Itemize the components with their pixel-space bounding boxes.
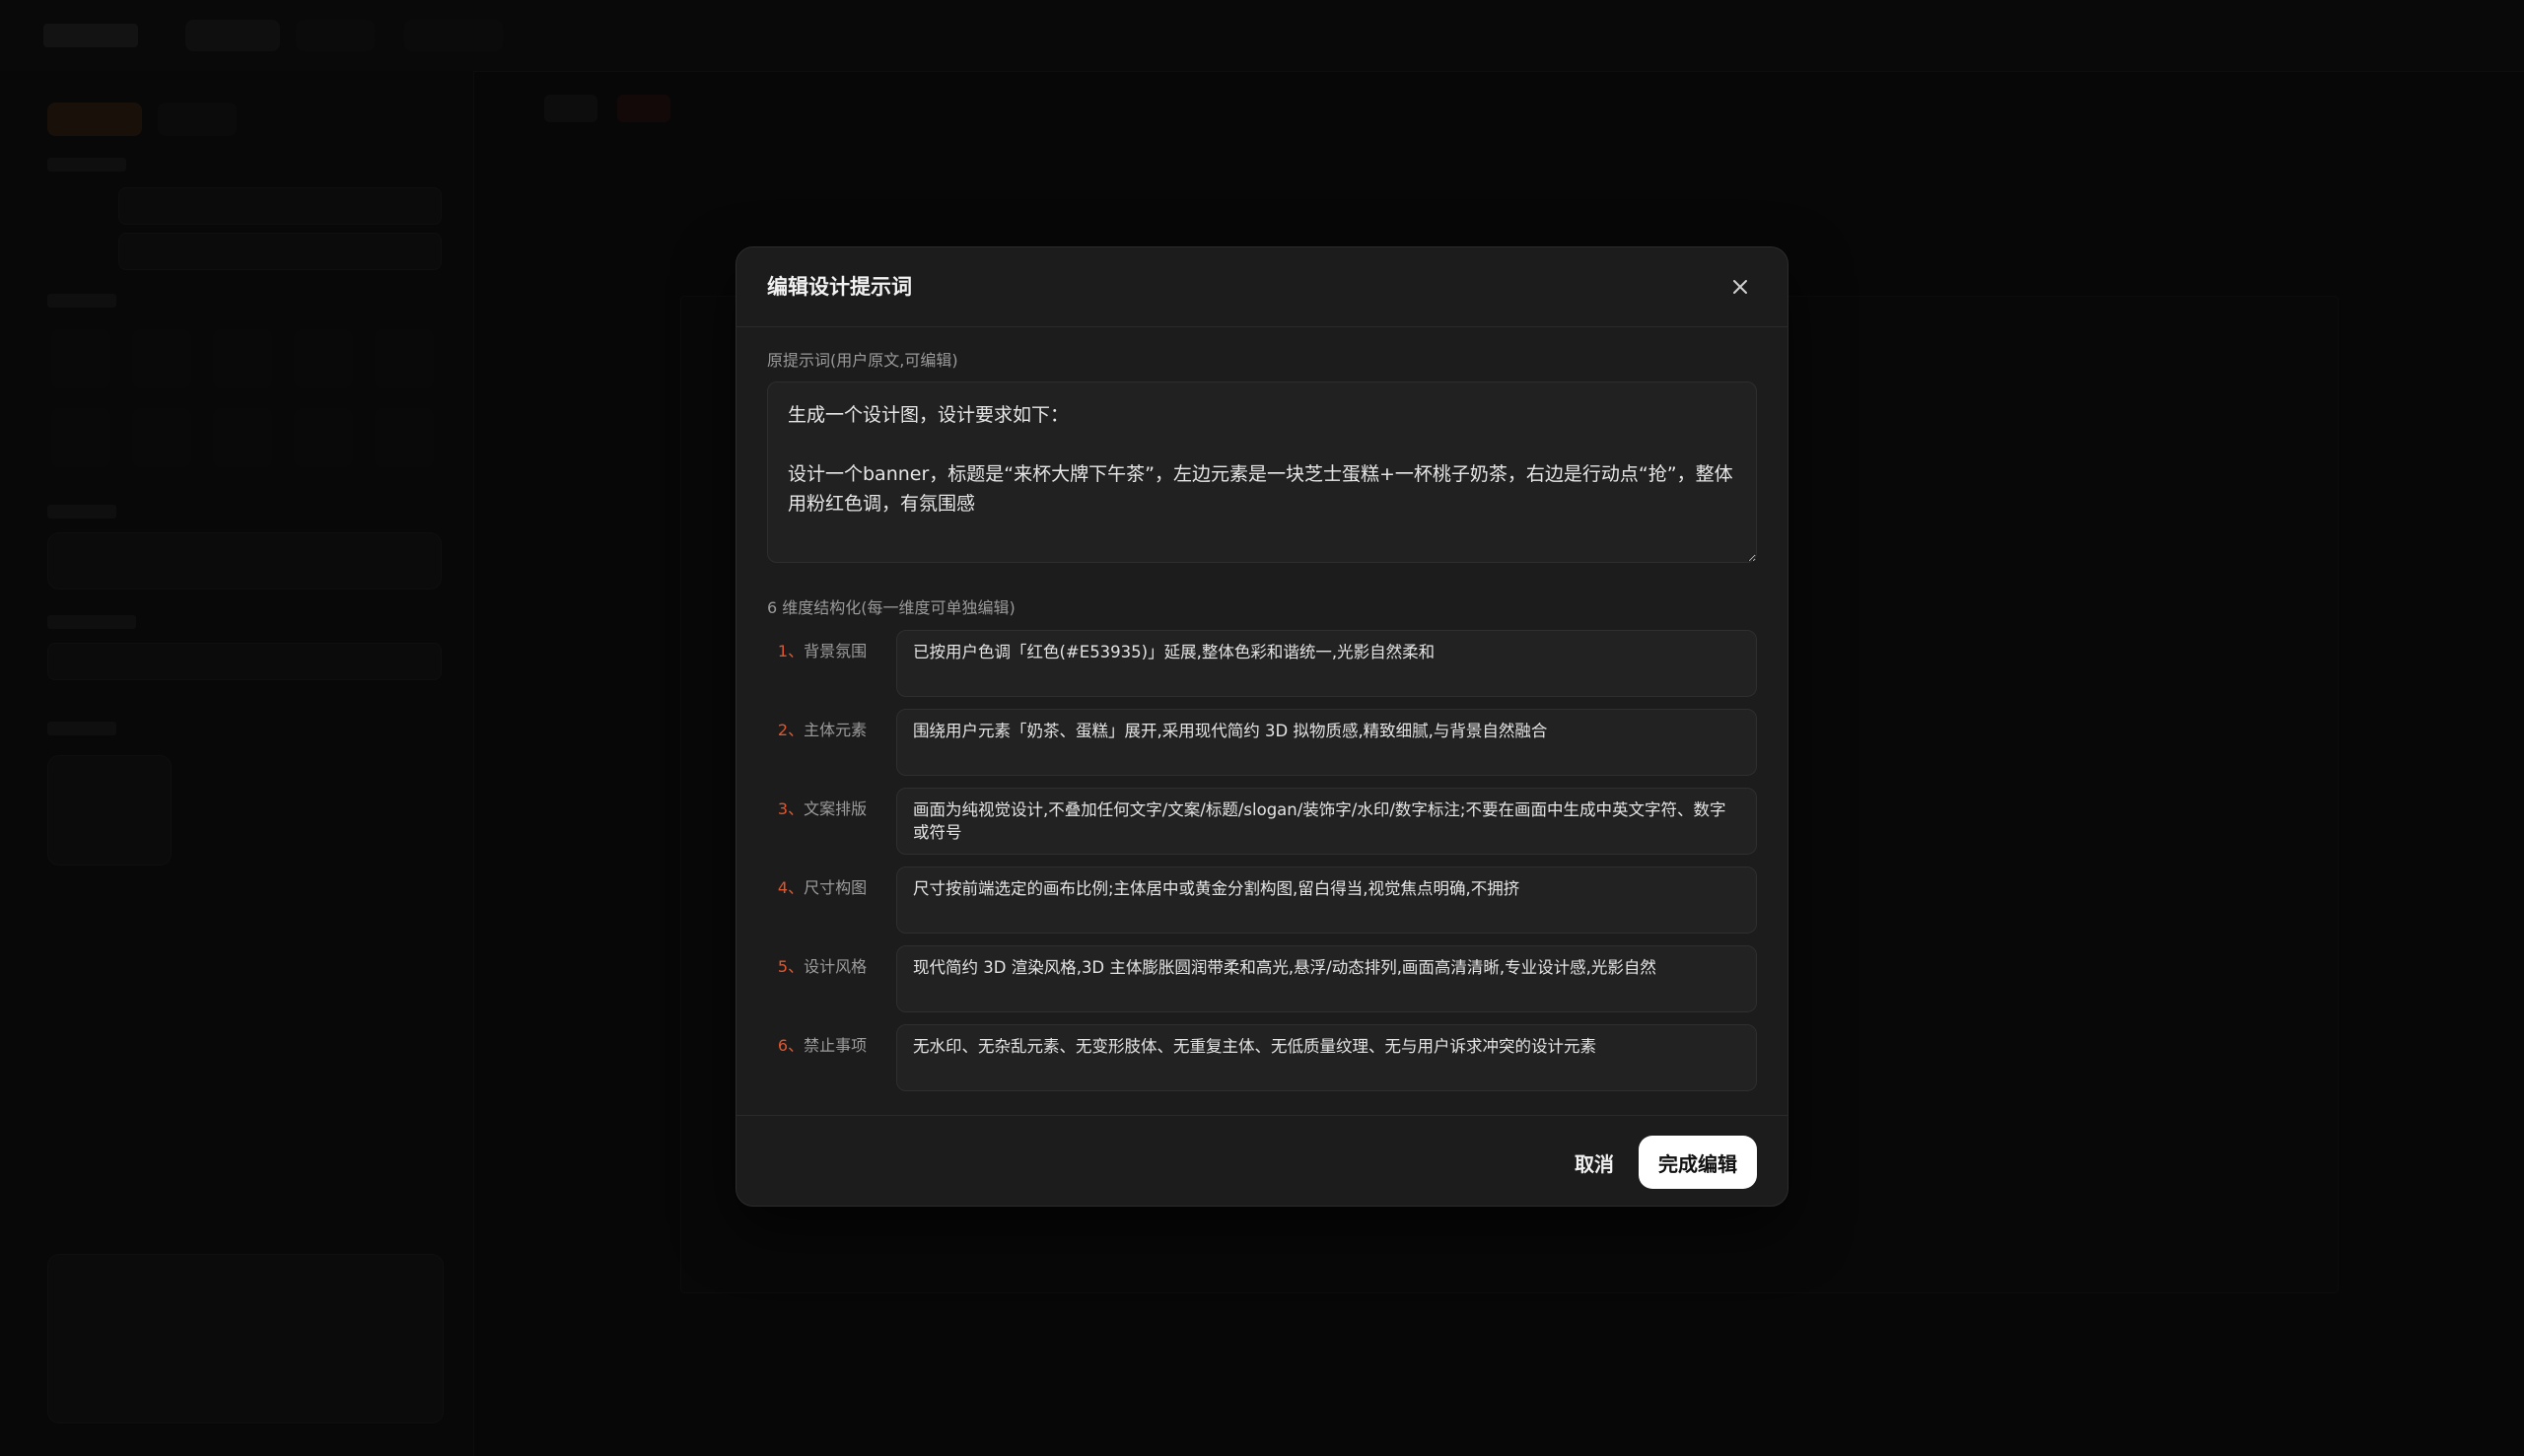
dimension-input-copy-layout[interactable]: 画面为纯视觉设计,不叠加任何文字/文案/标题/slogan/装饰字/水印/数字标…	[896, 788, 1757, 855]
original-prompt-textarea[interactable]: 生成一个设计图，设计要求如下： 设计一个banner，标题是“来杯大牌下午茶”，…	[767, 381, 1757, 563]
dimension-number: 5、	[777, 957, 805, 976]
edit-prompt-dialog: 编辑设计提示词 原提示词(用户原文,可编辑) 生成一个设计图，设计要求如下： 设…	[736, 246, 1788, 1207]
dialog-footer: 取消 完成编辑	[736, 1115, 1788, 1206]
dimension-row-subject: 2、主体元素 围绕用户元素「奶茶、蛋糕」展开,采用现代简约 3D 拟物质感,精致…	[767, 709, 1757, 776]
dimension-input-composition[interactable]: 尺寸按前端选定的画布比例;主体居中或黄金分割构图,留白得当,视觉焦点明确,不拥挤	[896, 867, 1757, 934]
dimension-label: 4、尺寸构图	[767, 878, 877, 898]
close-icon	[1733, 280, 1747, 294]
cancel-button[interactable]: 取消	[1555, 1137, 1634, 1188]
dimension-label: 5、设计风格	[767, 957, 877, 977]
dimension-number: 2、	[777, 721, 805, 739]
dimension-name: 尺寸构图	[804, 878, 868, 897]
dimension-row-prohibitions: 6、禁止事项 无水印、无杂乱元素、无变形肢体、无重复主体、无低质量纹理、无与用户…	[767, 1024, 1757, 1091]
dimension-input-background[interactable]: 已按用户色调「红色(#E53935)」延展,整体色彩和谐统一,光影自然柔和	[896, 630, 1757, 697]
close-button[interactable]	[1724, 271, 1756, 303]
dimension-name: 设计风格	[804, 957, 868, 976]
dimension-row-background: 1、背景氛围 已按用户色调「红色(#E53935)」延展,整体色彩和谐统一,光影…	[767, 630, 1757, 697]
dimension-number: 1、	[777, 642, 805, 660]
dimension-label: 3、文案排版	[767, 799, 877, 819]
dimension-name: 禁止事项	[804, 1036, 868, 1055]
dimension-number: 3、	[777, 799, 805, 818]
dimension-input-style[interactable]: 现代简约 3D 渲染风格,3D 主体膨胀圆润带柔和高光,悬浮/动态排列,画面高清…	[896, 945, 1757, 1012]
dimensions-label: 6 维度结构化(每一维度可单独编辑)	[767, 598, 1016, 617]
dimension-input-prohibitions[interactable]: 无水印、无杂乱元素、无变形肢体、无重复主体、无低质量纹理、无与用户诉求冲突的设计…	[896, 1024, 1757, 1091]
dimension-number: 6、	[777, 1036, 805, 1055]
dimension-name: 主体元素	[804, 721, 868, 739]
dimension-number: 4、	[777, 878, 805, 897]
dimension-label: 2、主体元素	[767, 721, 877, 740]
dimension-input-subject[interactable]: 围绕用户元素「奶茶、蛋糕」展开,采用现代简约 3D 拟物质感,精致细腻,与背景自…	[896, 709, 1757, 776]
dialog-header: 编辑设计提示词	[736, 247, 1788, 327]
dimension-row-composition: 4、尺寸构图 尺寸按前端选定的画布比例;主体居中或黄金分割构图,留白得当,视觉焦…	[767, 867, 1757, 934]
dimension-name: 文案排版	[804, 799, 868, 818]
dimension-name: 背景氛围	[804, 642, 868, 660]
done-editing-button[interactable]: 完成编辑	[1639, 1136, 1757, 1189]
dimension-row-copy-layout: 3、文案排版 画面为纯视觉设计,不叠加任何文字/文案/标题/slogan/装饰字…	[767, 788, 1757, 855]
dialog-title: 编辑设计提示词	[767, 275, 912, 299]
dimension-label: 1、背景氛围	[767, 642, 877, 661]
dimension-row-style: 5、设计风格 现代简约 3D 渲染风格,3D 主体膨胀圆润带柔和高光,悬浮/动态…	[767, 945, 1757, 1012]
original-prompt-label: 原提示词(用户原文,可编辑)	[767, 351, 958, 370]
dimension-label: 6、禁止事项	[767, 1036, 877, 1056]
